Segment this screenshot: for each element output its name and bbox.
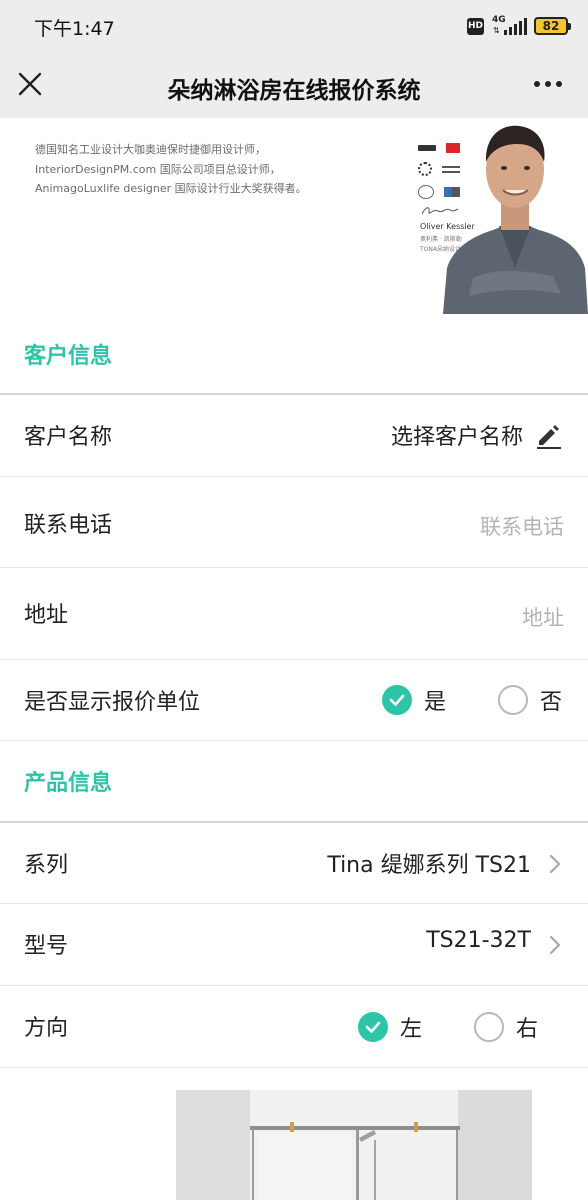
banner-line: AnimagoLuxlife designer 国际设计行业大奖获得者。 <box>35 182 307 195</box>
designer-banner: 德国知名工业设计大咖奥迪保时捷御用设计师， InteriorDesignPM.c… <box>0 118 588 314</box>
model-label: 型号 <box>24 934 69 959</box>
product-image-area <box>0 1068 588 1200</box>
address-row: 地址 地址 <box>0 568 588 660</box>
show-unit-no-label[interactable]: 否 <box>540 684 562 716</box>
direction-right-label[interactable]: 右 <box>516 1011 538 1043</box>
phone-row: 联系电话 联系电话 <box>0 477 588 568</box>
direction-label: 方向 <box>24 1016 69 1041</box>
chevron-right-icon <box>549 854 561 874</box>
signal-icon: 4G ⇅ <box>492 15 527 37</box>
banner-text: 德国知名工业设计大咖奥迪保时捷御用设计师， InteriorDesignPM.c… <box>35 140 307 199</box>
more-button[interactable] <box>526 64 570 104</box>
title-bar: 朵纳淋浴房在线报价系统 <box>0 52 588 118</box>
show-unit-no-radio[interactable] <box>498 685 528 715</box>
address-label: 地址 <box>24 603 69 628</box>
show-unit-row: 是否显示报价单位 是 否 <box>0 660 588 741</box>
battery-level: 82 <box>542 19 560 33</box>
banner-line: InteriorDesignPM.com 国际公司项目总设计师， <box>35 162 281 176</box>
model-value[interactable]: TS21-32T <box>426 928 531 953</box>
banner-line: 德国知名工业设计大咖奥迪保时捷御用设计师， <box>35 143 266 156</box>
show-unit-yes-label[interactable]: 是 <box>424 684 446 716</box>
direction-right-radio[interactable] <box>474 1012 504 1042</box>
series-row[interactable]: 系列 Tina 缇娜系列 TS21 <box>0 823 588 904</box>
status-indicators: HD 4G ⇅ 82 <box>467 14 571 38</box>
status-bar: 下午1:47 HD 4G ⇅ 82 <box>0 0 588 52</box>
signal-bars-icon <box>504 18 527 35</box>
award-logo-icon <box>418 162 432 176</box>
series-label: 系列 <box>24 853 69 878</box>
product-image <box>176 1090 532 1200</box>
chevron-right-icon <box>549 935 561 955</box>
page-title: 朵纳淋浴房在线报价系统 <box>167 78 421 104</box>
phone-label: 联系电话 <box>24 513 113 538</box>
pencil-icon[interactable] <box>535 421 563 449</box>
customer-name-label: 客户名称 <box>24 425 113 450</box>
model-row[interactable]: 型号 TS21-32T <box>0 904 588 986</box>
more-icon <box>534 81 540 87</box>
check-icon <box>365 1021 381 1033</box>
direction-left-label[interactable]: 左 <box>400 1011 422 1043</box>
shower-enclosure-image <box>176 1090 532 1200</box>
phone-input[interactable]: 联系电话 <box>480 511 564 541</box>
show-unit-yes-radio[interactable] <box>382 685 412 715</box>
product-section-title: 产品信息 <box>24 771 113 796</box>
address-input[interactable]: 地址 <box>522 602 564 632</box>
data-arrows-icon: ⇅ <box>493 26 500 35</box>
hd-icon: HD <box>467 17 484 35</box>
designer-portrait <box>443 125 588 314</box>
product-section-header: 产品信息 <box>0 741 588 823</box>
direction-left-radio[interactable] <box>358 1012 388 1042</box>
status-time: 下午1:47 <box>34 18 115 40</box>
direction-row: 方向 左 右 <box>0 986 588 1068</box>
customer-name-value[interactable]: 选择客户名称 <box>391 419 523 451</box>
show-unit-label: 是否显示报价单位 <box>24 690 201 715</box>
battery-icon: 82 <box>534 17 571 35</box>
check-icon <box>389 694 405 706</box>
award-logo-icon <box>418 145 436 151</box>
award-logo-icon <box>418 185 434 199</box>
customer-section-header: 客户信息 <box>0 314 588 395</box>
series-value[interactable]: Tina 缇娜系列 TS21 <box>327 847 531 879</box>
customer-name-row[interactable]: 客户名称 选择客户名称 <box>0 395 588 477</box>
customer-section-title: 客户信息 <box>24 344 113 369</box>
